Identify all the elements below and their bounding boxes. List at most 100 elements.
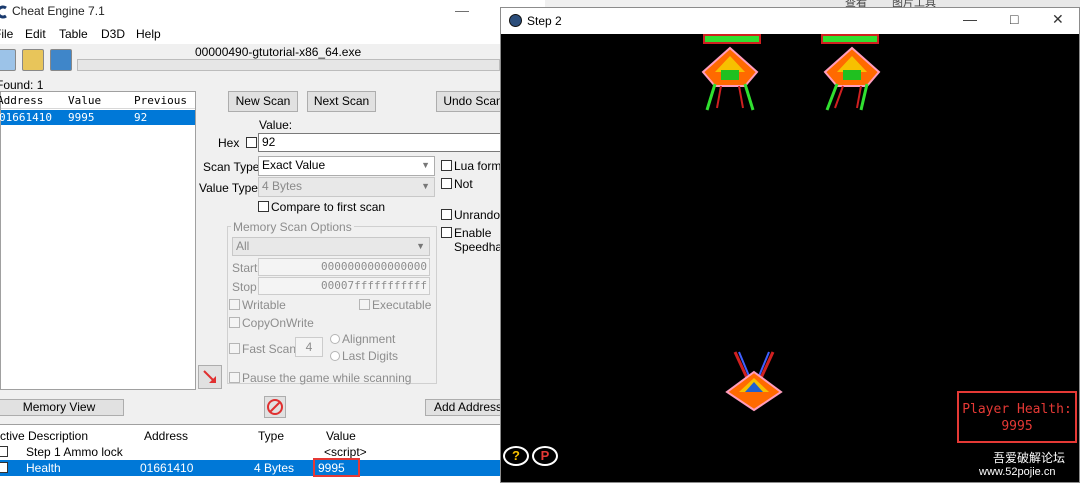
- ct-col-active[interactable]: Active: [0, 429, 25, 443]
- game-window-title: Step 2: [527, 14, 562, 28]
- ct-address: 01661410: [140, 461, 194, 475]
- open-file-icon[interactable]: [22, 49, 44, 71]
- result-row[interactable]: 01661410 9995 92: [0, 110, 195, 125]
- start-label: Start: [232, 261, 258, 275]
- menu-help[interactable]: Help: [136, 27, 161, 41]
- ct-col-type[interactable]: Type: [258, 429, 284, 443]
- value-type-select[interactable]: 4 Bytes ▼: [258, 177, 435, 197]
- stop-label: Stop: [232, 280, 257, 294]
- results-col-value[interactable]: Value: [68, 94, 101, 107]
- close-icon[interactable]: ✕: [1052, 11, 1064, 28]
- scan-results-list[interactable]: Address Value Previous 01661410 9995 92: [0, 91, 196, 390]
- game-titlebar: Step 2 — □ ✕: [501, 8, 1079, 34]
- process-name: 00000490-gtutorial-x86_64.exe: [195, 45, 362, 59]
- ct-col-address[interactable]: Address: [144, 429, 188, 443]
- save-file-icon[interactable]: [50, 49, 72, 71]
- active-checkbox[interactable]: [0, 462, 8, 473]
- results-header: Address Value Previous: [0, 92, 195, 109]
- value-type-value: 4 Bytes: [262, 179, 303, 193]
- select-process-icon[interactable]: [0, 49, 16, 71]
- table-row[interactable]: Health 01661410 4 Bytes 9995: [0, 460, 545, 476]
- memory-region-select[interactable]: All ▼: [232, 237, 430, 256]
- results-col-previous[interactable]: Previous: [134, 94, 187, 107]
- writable-checkbox[interactable]: [229, 299, 240, 310]
- last-digits-radio[interactable]: [330, 351, 340, 361]
- menu-d3d[interactable]: D3D: [101, 27, 125, 41]
- watermark-url: www.52pojie.cn: [979, 466, 1056, 478]
- copy-on-write-label: CopyOnWrite: [242, 316, 314, 330]
- result-previous: 92: [134, 111, 148, 124]
- ce-window-title: Cheat Engine 7.1: [12, 4, 105, 18]
- result-value: 9995: [68, 111, 95, 124]
- game-window: Step 2 — □ ✕ Player Health: 9995 ? P 吾爱破…: [500, 7, 1080, 483]
- chevron-down-icon: ▼: [421, 160, 430, 170]
- unrandomizer-checkbox[interactable]: [441, 209, 452, 220]
- game-app-icon: [509, 14, 522, 27]
- hex-checkbox[interactable]: [246, 137, 257, 148]
- undo-scan-button[interactable]: Undo Scan: [436, 91, 510, 112]
- ct-description: Step 1 Ammo lock: [26, 445, 123, 459]
- last-digits-label: Last Digits: [342, 349, 399, 363]
- pause-game-checkbox[interactable]: [229, 372, 240, 383]
- minimize-icon[interactable]: —: [963, 11, 977, 27]
- clear-list-button[interactable]: [264, 396, 286, 418]
- compare-first-scan-label: Compare to first scan: [271, 200, 386, 214]
- copy-on-write-checkbox[interactable]: [229, 317, 240, 328]
- found-count: Found: 1: [0, 78, 44, 92]
- compare-first-scan-checkbox[interactable]: [258, 201, 269, 212]
- add-to-table-button[interactable]: [198, 365, 222, 389]
- watermark-cn: 吾爱破解论坛: [993, 451, 1066, 465]
- player-health-box: Player Health: 9995: [957, 391, 1077, 443]
- ct-col-value[interactable]: Value: [326, 429, 356, 443]
- alignment-label: Alignment: [342, 332, 396, 346]
- scan-type-select[interactable]: Exact Value ▼: [258, 156, 435, 176]
- minimize-icon[interactable]: —: [455, 2, 469, 18]
- fast-scan-value-input[interactable]: 4: [295, 337, 323, 357]
- start-address-input[interactable]: 0000000000000000: [258, 258, 430, 276]
- active-checkbox[interactable]: [0, 446, 8, 457]
- player-health-value: 9995: [1001, 419, 1033, 434]
- fast-scan-checkbox[interactable]: [229, 343, 240, 354]
- results-col-address[interactable]: Address: [0, 94, 43, 107]
- ct-type: 4 Bytes: [254, 461, 295, 475]
- memory-view-button[interactable]: Memory View: [0, 399, 124, 416]
- memory-region-value: All: [236, 239, 250, 253]
- alignment-radio[interactable]: [330, 334, 340, 344]
- pause-button[interactable]: P: [532, 446, 558, 466]
- ct-description: Health: [26, 461, 61, 475]
- no-entry-icon: [267, 399, 283, 415]
- hex-label: Hex: [218, 136, 240, 150]
- fast-scan-label: Fast Scan: [242, 342, 297, 356]
- player-ship-icon[interactable]: [725, 348, 785, 414]
- cheat-engine-logo-icon: [0, 5, 7, 19]
- value-input[interactable]: 92: [258, 133, 508, 152]
- table-row[interactable]: Step 1 Ammo lock <script>: [0, 444, 545, 460]
- menu-table[interactable]: Table: [59, 27, 88, 41]
- red-arrow-icon: [203, 370, 216, 383]
- memory-scan-options-title: Memory Scan Options: [231, 220, 354, 234]
- menu-file[interactable]: File: [0, 27, 13, 41]
- chevron-down-icon: ▼: [416, 241, 425, 251]
- menu-edit[interactable]: Edit: [25, 27, 46, 41]
- value-label: Value:: [259, 118, 293, 132]
- executable-checkbox[interactable]: [359, 299, 370, 310]
- executable-label: Executable: [372, 298, 432, 312]
- maximize-icon[interactable]: □: [1010, 11, 1018, 27]
- scan-progress-bar: [77, 59, 500, 71]
- help-button[interactable]: ?: [503, 446, 529, 466]
- stop-address-input[interactable]: 00007fffffffffff: [258, 277, 430, 295]
- ct-col-description[interactable]: Description: [28, 429, 88, 443]
- ce-menubar: File Edit Table D3D Help: [0, 24, 545, 44]
- cheat-table: Active Description Address Type Value St…: [0, 424, 545, 483]
- not-label: Not: [454, 177, 473, 191]
- enemy-health-bar: [703, 34, 761, 44]
- speedhack-checkbox[interactable]: [441, 227, 452, 238]
- enemy-ship-icon[interactable]: [699, 46, 761, 116]
- not-checkbox[interactable]: [441, 178, 452, 189]
- new-scan-button[interactable]: New Scan: [228, 91, 298, 112]
- lua-formula-checkbox[interactable]: [441, 160, 452, 171]
- enemy-ship-icon[interactable]: [821, 46, 883, 116]
- result-address: 01661410: [0, 111, 52, 124]
- next-scan-button[interactable]: Next Scan: [307, 91, 376, 112]
- scan-type-value: Exact Value: [262, 158, 326, 172]
